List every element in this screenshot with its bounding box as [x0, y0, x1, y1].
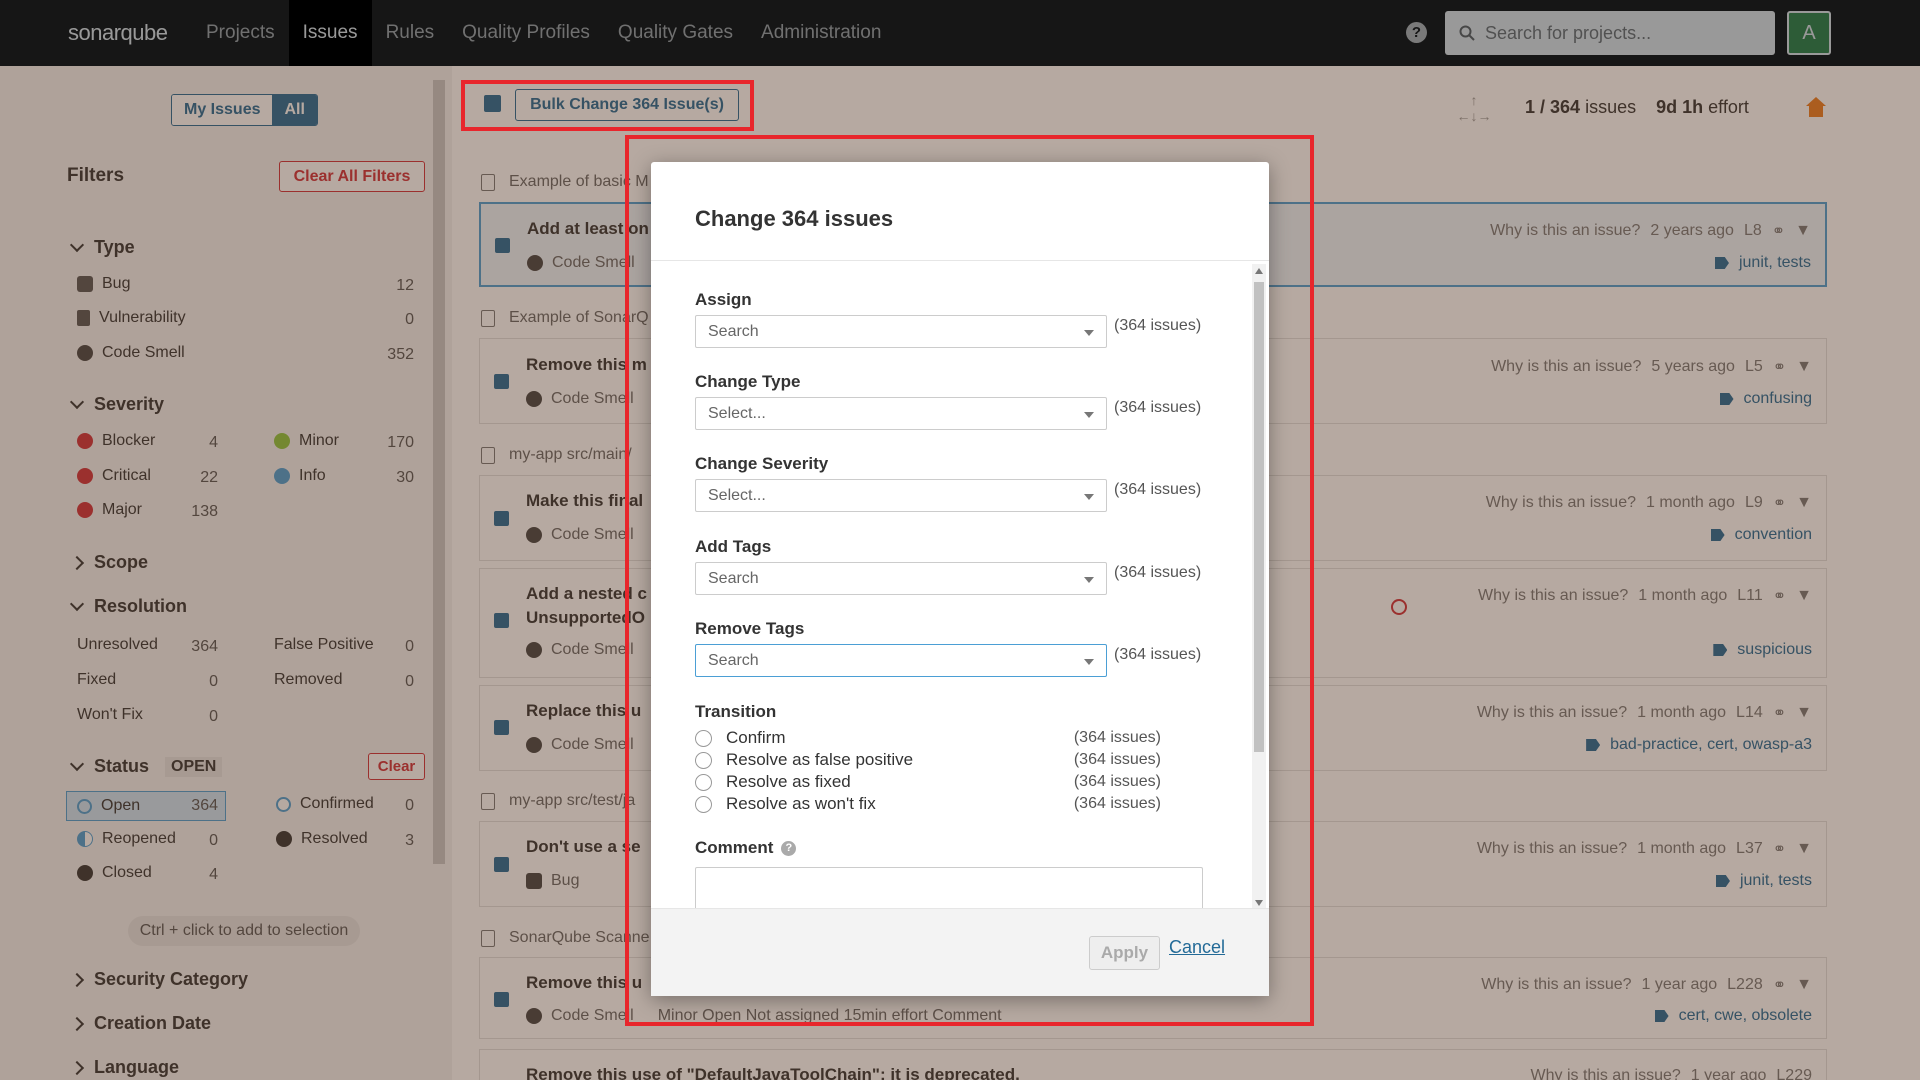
highlight-modal	[625, 135, 1314, 1026]
navbar-dim-overlay	[0, 0, 1920, 66]
highlight-bulk-change	[461, 80, 754, 131]
